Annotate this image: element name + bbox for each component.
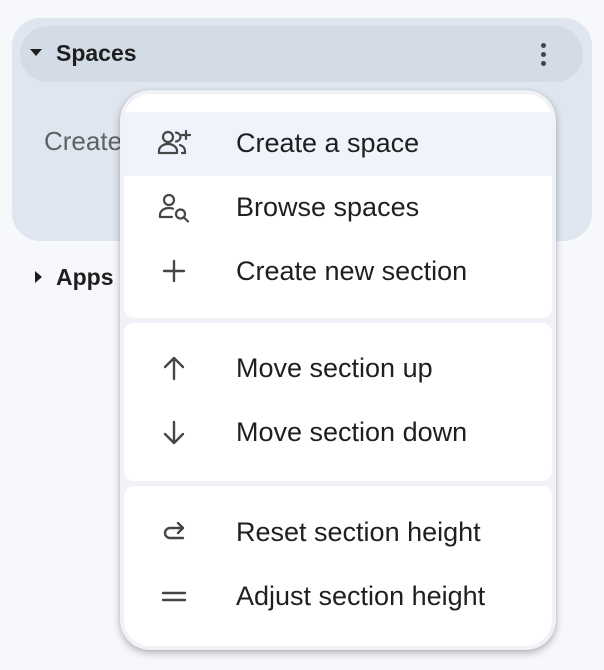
apps-section-title[interactable]: Apps bbox=[56, 264, 114, 291]
arrow-up-icon bbox=[156, 351, 192, 387]
section-options-menu: Create a space Browse spaces Create new … bbox=[120, 90, 556, 650]
menu-item-label: Create a space bbox=[236, 128, 420, 158]
expand-caret-icon[interactable] bbox=[35, 271, 42, 283]
menu-item-create-section[interactable]: Create new section bbox=[124, 240, 552, 304]
menu-group-height: Reset section height Adjust section heig… bbox=[124, 486, 552, 646]
menu-item-reset-height[interactable]: Reset section height bbox=[124, 501, 552, 565]
plus-icon bbox=[156, 254, 192, 290]
more-options-button[interactable] bbox=[524, 34, 564, 74]
more-vert-icon-dot bbox=[541, 52, 546, 57]
menu-item-label: Create new section bbox=[236, 256, 468, 286]
more-vert-icon-dot bbox=[541, 61, 546, 66]
collapse-caret-icon[interactable] bbox=[30, 49, 42, 56]
spaces-section-create-link[interactable]: Create bbox=[44, 126, 122, 157]
menu-item-label: Reset section height bbox=[236, 517, 481, 547]
arrow-down-icon bbox=[156, 415, 192, 451]
equals-icon bbox=[156, 579, 192, 615]
menu-item-move-up[interactable]: Move section up bbox=[124, 337, 552, 401]
spaces-section-title: Spaces bbox=[56, 40, 137, 66]
search-people-icon bbox=[156, 190, 192, 226]
menu-item-adjust-height[interactable]: Adjust section height bbox=[124, 565, 552, 629]
add-person-icon bbox=[156, 126, 192, 162]
more-vert-icon bbox=[541, 43, 546, 48]
menu-item-create-space[interactable]: Create a space bbox=[124, 112, 552, 176]
menu-item-label: Adjust section height bbox=[236, 581, 486, 611]
menu-item-browse-spaces[interactable]: Browse spaces bbox=[124, 176, 552, 240]
menu-item-label: Move section up bbox=[236, 353, 433, 383]
menu-item-move-down[interactable]: Move section down bbox=[124, 401, 552, 465]
menu-item-label: Browse spaces bbox=[236, 192, 420, 222]
menu-group-move: Move section up Move section down bbox=[124, 323, 552, 481]
menu-group-create: Create a space Browse spaces Create new … bbox=[124, 94, 552, 318]
reset-arrow-icon bbox=[156, 515, 192, 551]
menu-item-label: Move section down bbox=[236, 417, 468, 447]
